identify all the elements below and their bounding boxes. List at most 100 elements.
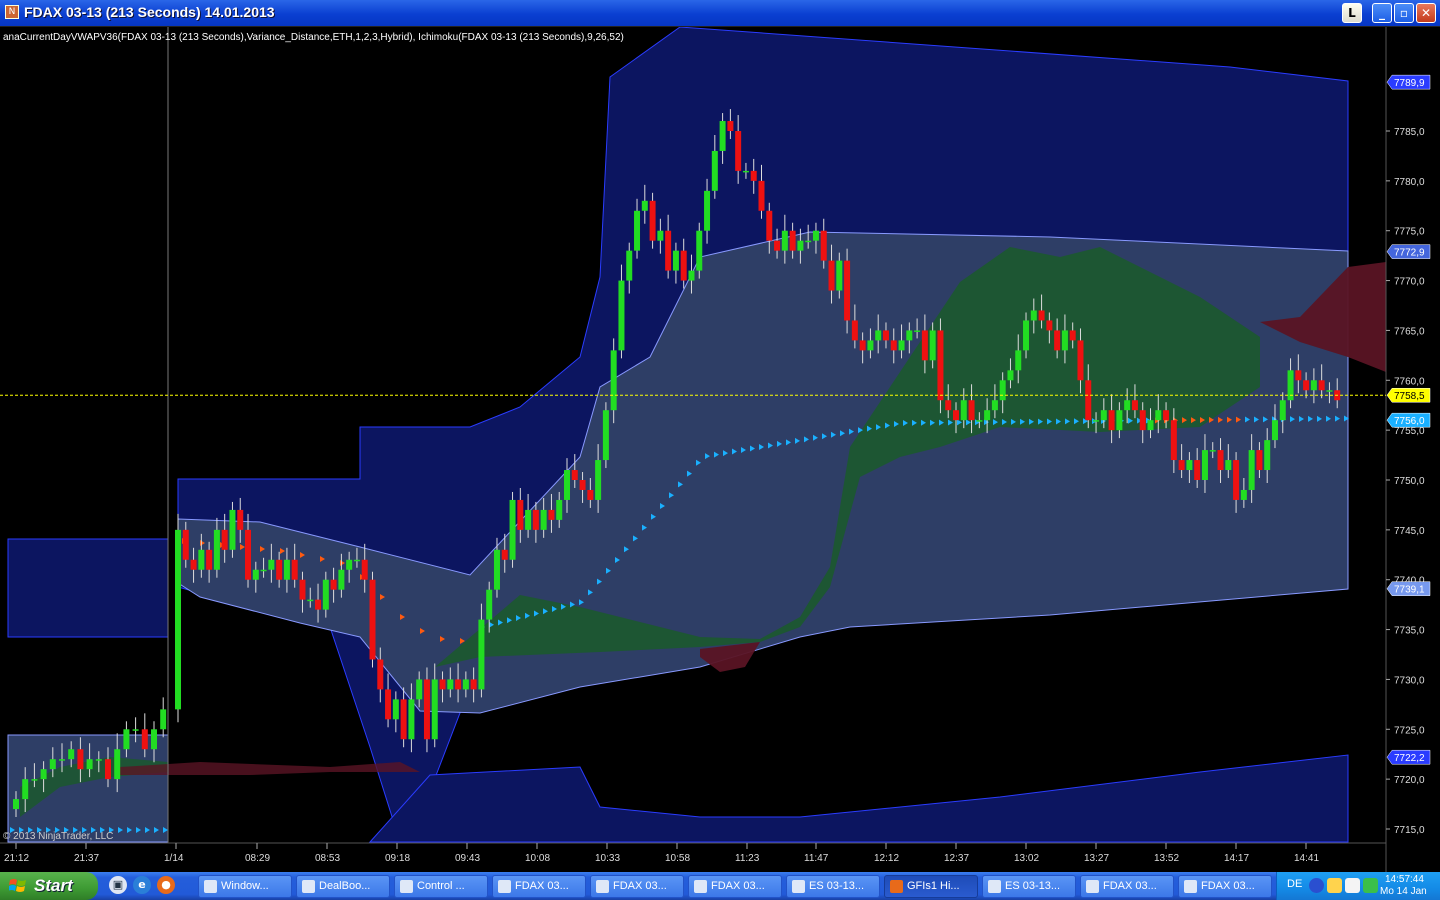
time-axis[interactable]: 21:12 21:37 1/14 08:29 08:53 09:18 09:43 10:08 1… (4, 843, 1319, 864)
security-icon[interactable] (1363, 878, 1378, 893)
taskbar-button-label: DealBoo... (319, 880, 371, 892)
candle (890, 340, 897, 351)
taskbar-button[interactable]: FDAX 03... (688, 875, 782, 898)
vwap-bands (7, 27, 1349, 843)
taskbar-button-label: Window... (221, 880, 269, 892)
candle (1201, 450, 1208, 480)
language-indicator[interactable]: DE (1287, 878, 1302, 890)
candle (1194, 460, 1201, 480)
fdax-icon (1086, 880, 1099, 893)
candle (867, 340, 874, 351)
candle (330, 579, 337, 590)
link-button[interactable]: L (1342, 3, 1362, 23)
candle (114, 749, 121, 780)
taskbar-button[interactable]: GFIs1 Hi... (884, 875, 978, 898)
x-tick-label: 08:53 (315, 853, 340, 864)
taskbar-button[interactable]: FDAX 03... (1178, 875, 1272, 898)
x-tick-label: 14:41 (1294, 853, 1319, 864)
candle (1038, 310, 1045, 321)
candle (229, 509, 236, 550)
candle (95, 759, 102, 761)
price-chart[interactable]: 7785,0 7780,0 7775,0 7770,0 7765,0 7760,0 7755… (0, 27, 1440, 873)
candle (750, 170, 757, 181)
price-marker-label: 7722,2 (1394, 753, 1425, 764)
taskbar-button-label: ES 03-13... (1005, 880, 1061, 892)
start-button[interactable]: Start (0, 872, 98, 900)
candle (984, 410, 991, 421)
candle (307, 599, 314, 602)
candle (299, 579, 306, 600)
candle (190, 559, 197, 570)
candle (742, 170, 749, 173)
taskbar-button[interactable]: Control ... (394, 875, 488, 898)
candle (486, 589, 493, 620)
candle (626, 250, 633, 281)
candle (1077, 340, 1084, 381)
clock-date[interactable]: Mo 14 Jan (1380, 886, 1427, 897)
chevron-left-icon[interactable] (1309, 878, 1324, 893)
network-icon[interactable] (1345, 878, 1360, 893)
candle (392, 699, 399, 720)
start-label: Start (34, 876, 73, 895)
x-tick-label: 12:12 (874, 853, 899, 864)
candle (31, 779, 38, 781)
candle (1264, 440, 1271, 471)
close-button[interactable]: ✕ (1416, 3, 1436, 23)
system-tray: DE 14:57:44 Mo 14 Jan (1276, 872, 1440, 900)
candle (132, 729, 139, 731)
candle (353, 559, 360, 562)
firefox-icon[interactable]: ● (157, 876, 175, 894)
taskbar-button[interactable]: FDAX 03... (1080, 875, 1174, 898)
taskbar-button[interactable]: DealBoo... (296, 875, 390, 898)
taskbar-button[interactable]: ES 03-13... (982, 875, 1076, 898)
candle (680, 250, 687, 281)
x-tick-label: 10:08 (525, 853, 550, 864)
candle (789, 230, 796, 251)
y-tick-label: 7755,0 (1394, 426, 1425, 437)
clock-time[interactable]: 14:57:44 (1385, 874, 1424, 885)
candle (423, 679, 430, 740)
internet-explorer-icon[interactable]: e (133, 876, 151, 894)
x-tick-label: 21:37 (74, 853, 99, 864)
show-desktop-icon[interactable]: ▣ (109, 876, 127, 894)
taskbar-button[interactable]: FDAX 03... (590, 875, 684, 898)
candle (657, 230, 664, 241)
candle (1046, 320, 1053, 331)
chart-panel[interactable]: 7785,0 7780,0 7775,0 7770,0 7765,0 7760,0 7755… (0, 26, 1440, 873)
hand-icon[interactable] (1327, 878, 1342, 893)
candle (470, 679, 477, 690)
x-tick-label: 10:58 (665, 853, 690, 864)
taskbar-button[interactable]: Window... (198, 875, 292, 898)
price-axis[interactable]: 7785,0 7780,0 7775,0 7770,0 7765,0 7760,0 7755… (1386, 127, 1425, 836)
candle (252, 569, 259, 580)
candle (1163, 410, 1170, 421)
taskbar-button[interactable]: ES 03-13... (786, 875, 880, 898)
candle (260, 569, 267, 572)
price-marker-label: 7739,1 (1394, 585, 1425, 596)
fdax-icon (1184, 880, 1197, 893)
candle (151, 729, 157, 750)
maximize-button[interactable]: ▫ (1394, 3, 1414, 23)
candle (1326, 390, 1333, 392)
candle (882, 330, 889, 341)
minimize-button[interactable]: _ (1372, 3, 1392, 23)
window-icon (204, 880, 217, 893)
taskbar-button[interactable]: FDAX 03... (492, 875, 586, 898)
candle (1303, 380, 1310, 391)
candle (1093, 420, 1100, 422)
candle (999, 380, 1006, 401)
candle (758, 180, 765, 211)
candle (385, 689, 392, 720)
x-tick-label: 14:17 (1224, 853, 1249, 864)
candle (548, 509, 555, 520)
x-tick-label: 08:29 (245, 853, 270, 864)
candle (921, 330, 928, 361)
candle (532, 509, 539, 530)
window-titlebar[interactable]: N FDAX 03-13 (213 Seconds) 14.01.2013 L … (0, 0, 1440, 26)
candle (634, 210, 641, 251)
candle (875, 330, 882, 341)
candle (377, 659, 384, 690)
candle (1295, 370, 1302, 381)
candle (820, 230, 827, 261)
candle (338, 569, 345, 590)
